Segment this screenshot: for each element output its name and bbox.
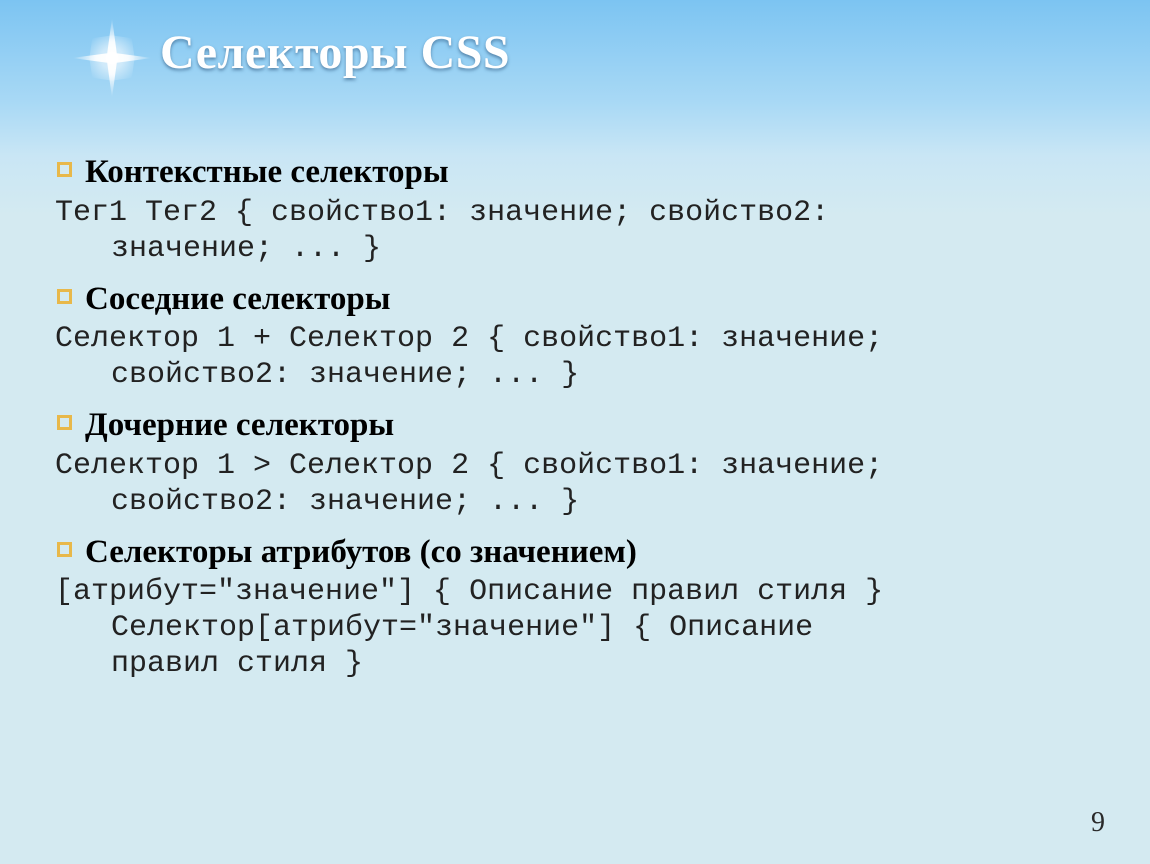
bullet-icon bbox=[57, 289, 72, 304]
slide-body: Контекстные селекторы Тег1 Тег2 { свойст… bbox=[0, 115, 1150, 682]
page-number: 9 bbox=[1091, 807, 1105, 839]
section-heading: Дочерние селекторы bbox=[85, 403, 1095, 448]
section-heading: Контекстные селекторы bbox=[85, 150, 1095, 195]
code-line: Тег1 Тег2 { свойство1: значение; свойств… bbox=[55, 196, 829, 230]
bullet-icon bbox=[57, 415, 72, 430]
code-line: правил стиля } bbox=[55, 646, 1095, 682]
code-line: Селектор 1 > Селектор 2 { свойство1: зна… bbox=[55, 449, 883, 483]
section-2: Соседние селекторы Селектор 1 + Селектор… bbox=[55, 277, 1095, 394]
code-line: Селектор 1 + Селектор 2 { свойство1: зна… bbox=[55, 322, 883, 356]
section-1: Контекстные селекторы Тег1 Тег2 { свойст… bbox=[55, 150, 1095, 267]
code-block: Тег1 Тег2 { свойство1: значение; свойств… bbox=[55, 195, 1095, 267]
code-line: значение; ... } bbox=[55, 231, 1095, 267]
code-line: Селектор[атрибут="значение"] { Описание bbox=[55, 610, 1095, 646]
bullet-icon bbox=[57, 162, 72, 177]
section-heading: Селекторы атрибутов (со значением) bbox=[85, 530, 1095, 575]
slide: Селекторы CSS Контекстные селекторы Тег1… bbox=[0, 0, 1150, 864]
code-block: Селектор 1 > Селектор 2 { свойство1: зна… bbox=[55, 448, 1095, 520]
code-block: Селектор 1 + Селектор 2 { свойство1: зна… bbox=[55, 321, 1095, 393]
slide-title: Селекторы CSS bbox=[160, 25, 1150, 80]
heading-text: Соседние селекторы bbox=[85, 281, 390, 317]
section-3: Дочерние селекторы Селектор 1 > Селектор… bbox=[55, 403, 1095, 520]
heading-text: Контекстные селекторы bbox=[85, 154, 449, 190]
section-heading: Соседние селекторы bbox=[85, 277, 1095, 322]
code-block: [атрибут="значение"] { Описание правил с… bbox=[55, 574, 1095, 682]
heading-text: Дочерние селекторы bbox=[85, 407, 394, 443]
slide-header: Селекторы CSS bbox=[0, 0, 1150, 115]
code-line: свойство2: значение; ... } bbox=[55, 357, 1095, 393]
heading-text: Селекторы атрибутов (со значением) bbox=[85, 534, 637, 570]
code-line: свойство2: значение; ... } bbox=[55, 484, 1095, 520]
star-icon bbox=[72, 18, 152, 98]
section-4: Селекторы атрибутов (со значением) [атри… bbox=[55, 530, 1095, 683]
code-line: [атрибут="значение"] { Описание правил с… bbox=[55, 575, 883, 609]
bullet-icon bbox=[57, 542, 72, 557]
